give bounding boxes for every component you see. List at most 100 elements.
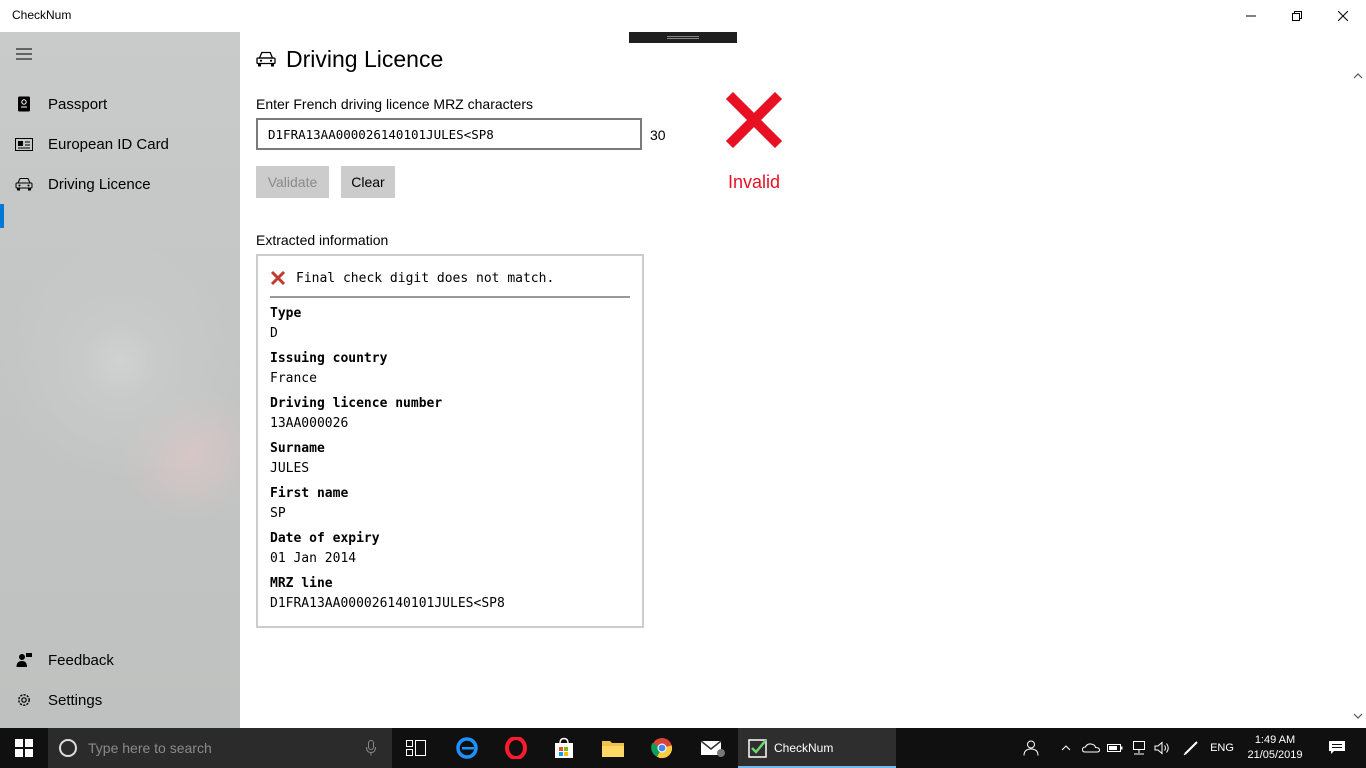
- divider: [270, 296, 630, 298]
- invalid-cross-icon: [726, 92, 782, 148]
- task-view-icon: [406, 740, 426, 756]
- hamburger-menu-button[interactable]: [8, 38, 40, 70]
- search-placeholder: Type here to search: [88, 740, 212, 756]
- drag-handle-grip: [667, 38, 699, 39]
- drag-handle-grip: [667, 36, 699, 37]
- passport-icon: [14, 94, 34, 114]
- taskbar-mail[interactable]: [689, 728, 737, 768]
- field-label: Type: [270, 306, 302, 321]
- field-label: Surname: [270, 441, 325, 456]
- sidebar-item-label: Settings: [48, 691, 103, 709]
- opera-browser-icon: [505, 737, 527, 759]
- field-value: D1FRA13AA000026140101JULES<SP8: [270, 596, 505, 611]
- people-button[interactable]: [1018, 728, 1044, 768]
- close-icon: [1338, 11, 1348, 21]
- volume-tray-icon[interactable]: [1152, 728, 1174, 768]
- restore-button[interactable]: [1274, 0, 1320, 32]
- app-window: CheckNum Passport European ID Card Drivi…: [0, 0, 1366, 768]
- taskbar-search-box[interactable]: Type here to search: [48, 728, 392, 768]
- main-content: Driving Licence Enter French driving lic…: [240, 32, 1366, 728]
- car-icon: [256, 51, 276, 67]
- field-label: Driving licence number: [270, 396, 443, 411]
- field-value: SP: [270, 506, 286, 521]
- extracted-information-heading: Extracted information: [256, 232, 389, 248]
- vertical-scrollbar[interactable]: [1350, 70, 1366, 728]
- field-driving-licence-number: Driving licence number 13AA000026: [270, 394, 630, 434]
- taskbar-checknum[interactable]: CheckNum: [738, 728, 896, 768]
- app-title: CheckNum: [12, 8, 72, 22]
- sidebar-item-label: European ID Card: [48, 135, 169, 153]
- taskbar-edge[interactable]: [443, 728, 491, 768]
- clear-button[interactable]: Clear: [341, 166, 395, 198]
- start-button[interactable]: [0, 728, 48, 768]
- validate-button[interactable]: Validate: [256, 166, 329, 198]
- action-center-button[interactable]: [1320, 728, 1354, 768]
- task-view-button[interactable]: [392, 728, 440, 768]
- taskbar-store[interactable]: [540, 728, 588, 768]
- sidebar-item-passport[interactable]: Passport: [0, 84, 240, 124]
- field-type: Type D: [270, 304, 630, 344]
- clock-time: 1:49 AM: [1254, 734, 1296, 746]
- pen-workspace-button[interactable]: [1178, 728, 1204, 768]
- hamburger-icon: [16, 48, 32, 60]
- character-count: 30: [650, 127, 666, 143]
- taskbar-clock[interactable]: 1:49 AM 21/05/2019: [1240, 733, 1310, 763]
- taskbar-app-label: CheckNum: [774, 741, 834, 755]
- gear-icon: [14, 690, 34, 710]
- field-first-name: First name SP: [270, 484, 630, 524]
- id-card-icon: [14, 134, 34, 154]
- clock-date: 21/05/2019: [1247, 749, 1303, 761]
- field-issuing-country: Issuing country France: [270, 349, 630, 389]
- scroll-up-arrow-icon[interactable]: [1353, 72, 1363, 80]
- validation-status: Invalid: [728, 172, 781, 192]
- taskbar-file-explorer[interactable]: [589, 728, 637, 768]
- network-tray-icon[interactable]: [1128, 728, 1150, 768]
- microphone-icon[interactable]: [366, 740, 376, 756]
- checknum-app-icon: [748, 739, 767, 758]
- feedback-icon: [14, 650, 34, 670]
- field-value: 01 Jan 2014: [270, 551, 357, 566]
- field-value: JULES: [270, 461, 310, 476]
- minimize-icon: [1246, 15, 1256, 17]
- field-label: Issuing country: [270, 351, 388, 366]
- taskbar: Type here to search CheckNum ENG 1:49 AM…: [0, 728, 1366, 768]
- extracted-information-panel: Final check digit does not match. Type D…: [256, 254, 644, 628]
- field-label: Date of expiry: [270, 531, 380, 546]
- sidebar-item-settings[interactable]: Settings: [0, 680, 240, 720]
- chrome-browser-icon: [651, 738, 673, 759]
- selection-indicator: [0, 204, 4, 228]
- people-icon: [1023, 740, 1039, 756]
- sidebar-item-label: Driving Licence: [48, 175, 151, 193]
- mrz-input[interactable]: [256, 118, 642, 150]
- cortana-icon: [59, 739, 77, 757]
- sidebar-item-feedback[interactable]: Feedback: [0, 640, 240, 680]
- sidebar-item-driving-licence[interactable]: Driving Licence: [0, 164, 240, 204]
- scroll-down-arrow-icon[interactable]: [1353, 712, 1363, 720]
- error-row: Final check digit does not match.: [270, 270, 554, 286]
- tray-icon[interactable]: [1104, 728, 1126, 768]
- close-button[interactable]: [1320, 0, 1366, 32]
- drag-handle[interactable]: [629, 32, 737, 43]
- sidebar-item-label: Feedback: [48, 651, 114, 669]
- taskbar-opera[interactable]: [492, 728, 540, 768]
- show-hidden-icons-button[interactable]: [1056, 728, 1076, 768]
- mrz-input-label: Enter French driving licence MRZ charact…: [256, 96, 533, 112]
- onedrive-tray-icon[interactable]: [1080, 728, 1102, 768]
- field-label: MRZ line: [270, 576, 333, 591]
- edge-browser-icon: [456, 737, 478, 759]
- restore-icon: [1292, 11, 1302, 21]
- taskbar-chrome[interactable]: [638, 728, 686, 768]
- title-bar[interactable]: CheckNum: [0, 0, 1366, 32]
- error-cross-icon: [270, 270, 286, 286]
- cloud-icon: [1082, 743, 1100, 753]
- store-icon: [555, 737, 573, 758]
- mail-icon: [700, 740, 725, 757]
- field-value: 13AA000026: [270, 416, 349, 431]
- navigation-pane: Passport European ID Card Driving Licenc…: [0, 32, 240, 728]
- error-message: Final check digit does not match.: [296, 270, 555, 286]
- input-language-indicator[interactable]: ENG: [1206, 728, 1238, 768]
- folder-icon: [602, 741, 624, 757]
- minimize-button[interactable]: [1228, 0, 1274, 32]
- sidebar-item-european-id-card[interactable]: European ID Card: [0, 124, 240, 164]
- page-header: Driving Licence: [256, 44, 443, 74]
